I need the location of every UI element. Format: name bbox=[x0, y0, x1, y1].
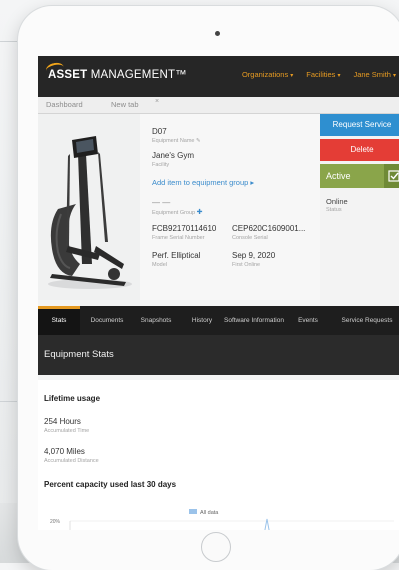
tab-events[interactable]: Events bbox=[286, 306, 330, 335]
first-online-label: First Online bbox=[232, 262, 261, 268]
tab-software-information[interactable]: Software Information bbox=[224, 306, 284, 335]
stats-panel: Lifetime usage 254 Hours Accumulated Tim… bbox=[38, 380, 399, 530]
console-serial-label: Console Serial bbox=[232, 235, 268, 241]
status-value: Online bbox=[326, 197, 348, 206]
section-nav: Stats Documents Snapshots History Softwa… bbox=[38, 306, 399, 335]
active-status-button[interactable]: Active bbox=[320, 164, 384, 188]
equipment-info: D07 Equipment Name ✎ Jane's Gym Facility… bbox=[140, 114, 320, 300]
capacity-chart: All data 20% bbox=[44, 505, 399, 530]
caret-down-icon: ▾ bbox=[392, 73, 396, 79]
model-value: Perf. Elliptical bbox=[152, 251, 201, 260]
series-line-all-data bbox=[264, 518, 270, 530]
active-tab-indicator bbox=[38, 306, 80, 309]
tab-stats[interactable]: Stats bbox=[38, 306, 80, 335]
equipment-name-value: D07 bbox=[152, 127, 167, 136]
stats-title: Equipment Stats bbox=[44, 349, 114, 360]
accumulated-time-value: 254 Hours bbox=[44, 417, 81, 426]
model-label: Model bbox=[152, 262, 167, 268]
tab-service-requests[interactable]: Service Requests bbox=[334, 306, 399, 335]
facility-label: Facility bbox=[152, 162, 170, 168]
app-screen: ASSET MANAGEMENT™ Organizations ▾ Facilit… bbox=[38, 56, 399, 530]
status-label: Status bbox=[326, 207, 342, 213]
legend-swatch[interactable] bbox=[189, 509, 197, 514]
y-tick-label: 20% bbox=[50, 519, 61, 525]
tablet-camera bbox=[215, 31, 220, 36]
tab-documents[interactable]: Documents bbox=[84, 306, 130, 335]
action-panel: Request Service Delete Active Online Sta… bbox=[320, 114, 399, 300]
active-toggle-checkbox[interactable] bbox=[384, 164, 399, 188]
add-to-group-link[interactable]: Add item to equipment group ▸ bbox=[152, 178, 254, 187]
facility-value: Jane's Gym bbox=[152, 151, 194, 160]
accumulated-distance-label: Accumulated Distance bbox=[44, 458, 99, 464]
accumulated-distance-value: 4,070 Miles bbox=[44, 447, 85, 456]
delete-button[interactable]: Delete bbox=[320, 139, 399, 161]
user-menu-dropdown[interactable]: Jane Smith ▾ bbox=[353, 70, 396, 79]
tab-dashboard[interactable]: Dashboard bbox=[46, 100, 83, 109]
app-logo[interactable]: ASSET MANAGEMENT™ bbox=[44, 61, 187, 81]
equipment-photo bbox=[38, 114, 140, 300]
equipment-group-value: — — bbox=[152, 198, 171, 207]
tab-history[interactable]: History bbox=[182, 306, 222, 335]
frame-serial-label: Frame Serial Number bbox=[152, 235, 205, 241]
nav-organizations-dropdown[interactable]: Organizations ▾ bbox=[242, 70, 293, 79]
lifetime-usage-title: Lifetime usage bbox=[44, 394, 101, 403]
tab-new-tab[interactable]: New tab bbox=[111, 100, 139, 109]
caret-down-icon: ▾ bbox=[337, 73, 341, 79]
frame-serial-value: FCB92170114610 bbox=[152, 224, 217, 233]
edit-icon[interactable]: ✎ bbox=[196, 138, 201, 144]
caret-down-icon: ▾ bbox=[290, 73, 294, 79]
request-service-button[interactable]: Request Service bbox=[320, 114, 399, 136]
legend-label[interactable]: All data bbox=[200, 510, 219, 516]
top-nav-bar: ASSET MANAGEMENT™ Organizations ▾ Facilit… bbox=[38, 56, 399, 97]
stats-header: Equipment Stats bbox=[38, 335, 399, 375]
plus-icon[interactable]: ✚ bbox=[197, 209, 203, 216]
nav-facilities-dropdown[interactable]: Facilities ▾ bbox=[306, 70, 340, 79]
tab-snapshots[interactable]: Snapshots bbox=[132, 306, 180, 335]
console-serial-value: CEP620C1609001... bbox=[232, 224, 306, 233]
close-tab-icon[interactable]: × bbox=[155, 98, 159, 105]
home-button[interactable] bbox=[201, 532, 231, 562]
tab-bar: Dashboard New tab × bbox=[38, 97, 399, 114]
capacity-chart-title: Percent capacity used last 30 days bbox=[44, 480, 177, 489]
equipment-card: D07 Equipment Name ✎ Jane's Gym Facility… bbox=[38, 114, 399, 300]
equipment-group-label: Equipment Group ✚ bbox=[152, 209, 203, 216]
accumulated-time-label: Accumulated Time bbox=[44, 428, 90, 434]
first-online-value: Sep 9, 2020 bbox=[232, 251, 276, 260]
tablet-device: ASSET MANAGEMENT™ Organizations ▾ Facilit… bbox=[18, 6, 399, 570]
equipment-name-label: Equipment Name ✎ bbox=[152, 138, 201, 144]
